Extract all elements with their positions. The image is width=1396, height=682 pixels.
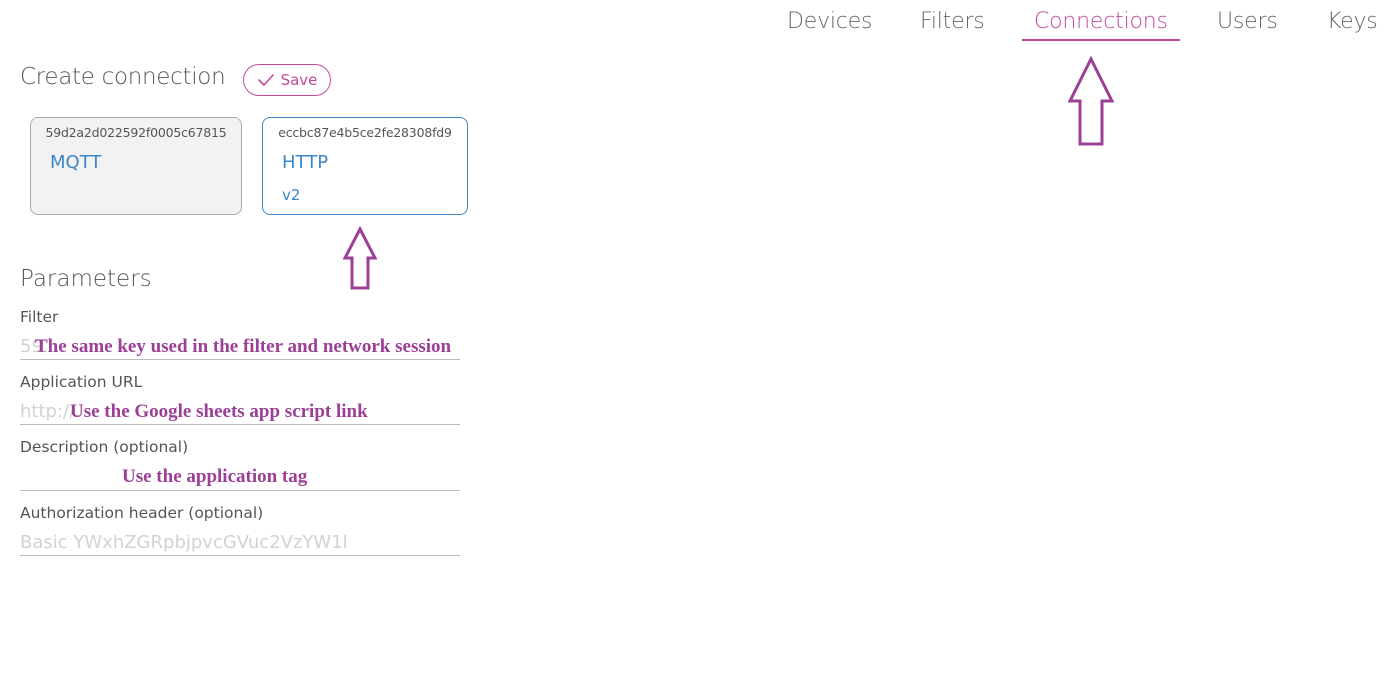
card-id: 59d2a2d022592f0005c67815 <box>45 125 227 140</box>
card-id: eccbc87e4b5ce2fe28308fd9 <box>278 125 452 140</box>
check-icon <box>257 74 274 86</box>
filter-input[interactable] <box>20 334 460 360</box>
nav-item-connections[interactable]: Connections <box>1034 9 1168 34</box>
card-name: MQTT <box>50 152 102 173</box>
active-tab-indicator <box>1022 39 1180 41</box>
save-button[interactable]: Save <box>243 64 331 96</box>
page: Devices Filters Connections Users Keys C… <box>0 0 1396 682</box>
card-name: HTTP <box>282 152 329 173</box>
nav-item-filters[interactable]: Filters <box>920 9 985 34</box>
save-button-label: Save <box>280 71 318 89</box>
arrow-up-icon <box>1068 56 1115 146</box>
top-nav: Devices Filters Connections Users Keys <box>0 0 1396 50</box>
description-label: Description (optional) <box>20 438 189 456</box>
nav-item-keys[interactable]: Keys <box>1327 9 1378 34</box>
page-title: Create connection <box>20 64 226 90</box>
connection-card-http[interactable]: eccbc87e4b5ce2fe28308fd9 HTTP v2 <box>262 117 468 215</box>
parameters-title: Parameters <box>20 266 152 292</box>
application-url-label: Application URL <box>20 373 143 391</box>
authorization-header-input[interactable] <box>20 530 460 556</box>
application-url-input[interactable] <box>20 399 460 425</box>
arrow-up-icon <box>342 226 378 290</box>
description-input[interactable] <box>20 465 460 491</box>
connection-card-mqtt[interactable]: 59d2a2d022592f0005c67815 MQTT <box>30 117 242 215</box>
card-version: v2 <box>282 186 301 204</box>
nav-item-users[interactable]: Users <box>1217 9 1278 34</box>
filter-label: Filter <box>20 308 59 326</box>
authorization-header-label: Authorization header (optional) <box>20 504 264 522</box>
nav-item-devices[interactable]: Devices <box>787 9 873 34</box>
